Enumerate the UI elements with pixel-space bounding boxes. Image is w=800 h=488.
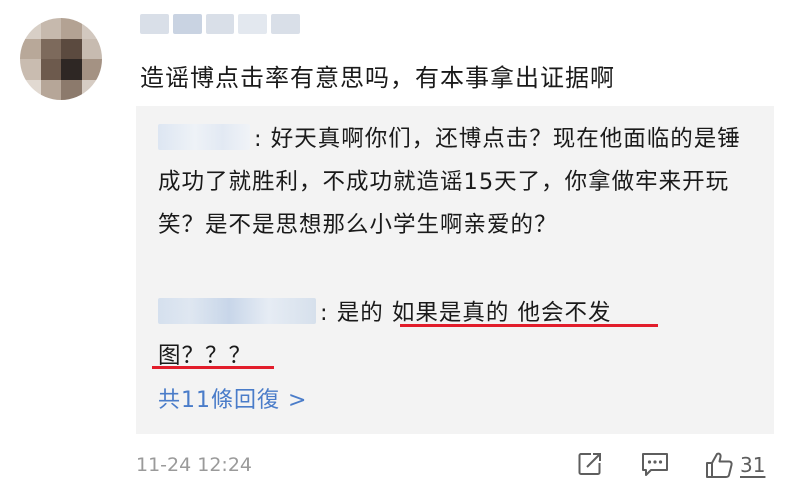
comment-timestamp: 11-24 12:24 bbox=[136, 454, 253, 476]
highlight-underline bbox=[400, 324, 658, 327]
comment-icon bbox=[642, 453, 668, 476]
reply-separator: : bbox=[320, 300, 337, 326]
comment-text: 造谣博点击率有意思吗，有本事拿出证据啊 bbox=[140, 64, 615, 92]
share-icon bbox=[578, 453, 601, 475]
reply-separator: : bbox=[254, 126, 271, 152]
commenter-avatar[interactable] bbox=[20, 18, 102, 100]
reply-author-name[interactable] bbox=[158, 123, 250, 150]
reply-author-name[interactable] bbox=[158, 297, 316, 324]
reply-thread: : 好天真啊你们，还博点击？现在他面临的是锤成功了就胜利，不成功就造谣15天了，… bbox=[136, 106, 774, 434]
share-button[interactable] bbox=[576, 450, 604, 478]
highlight-underline bbox=[152, 366, 274, 369]
more-replies-link[interactable]: 共11條回復 > bbox=[158, 382, 307, 414]
like-button[interactable]: 31 bbox=[704, 450, 765, 480]
commenter-username[interactable] bbox=[140, 14, 300, 34]
like-count: 31 bbox=[740, 453, 766, 477]
reply-item: : 好天真啊你们，还博点击？现在他面临的是锤成功了就胜利，不成功就造谣15天了，… bbox=[158, 118, 758, 247]
reply-button[interactable] bbox=[640, 450, 670, 478]
thumbs-up-icon bbox=[706, 452, 733, 478]
